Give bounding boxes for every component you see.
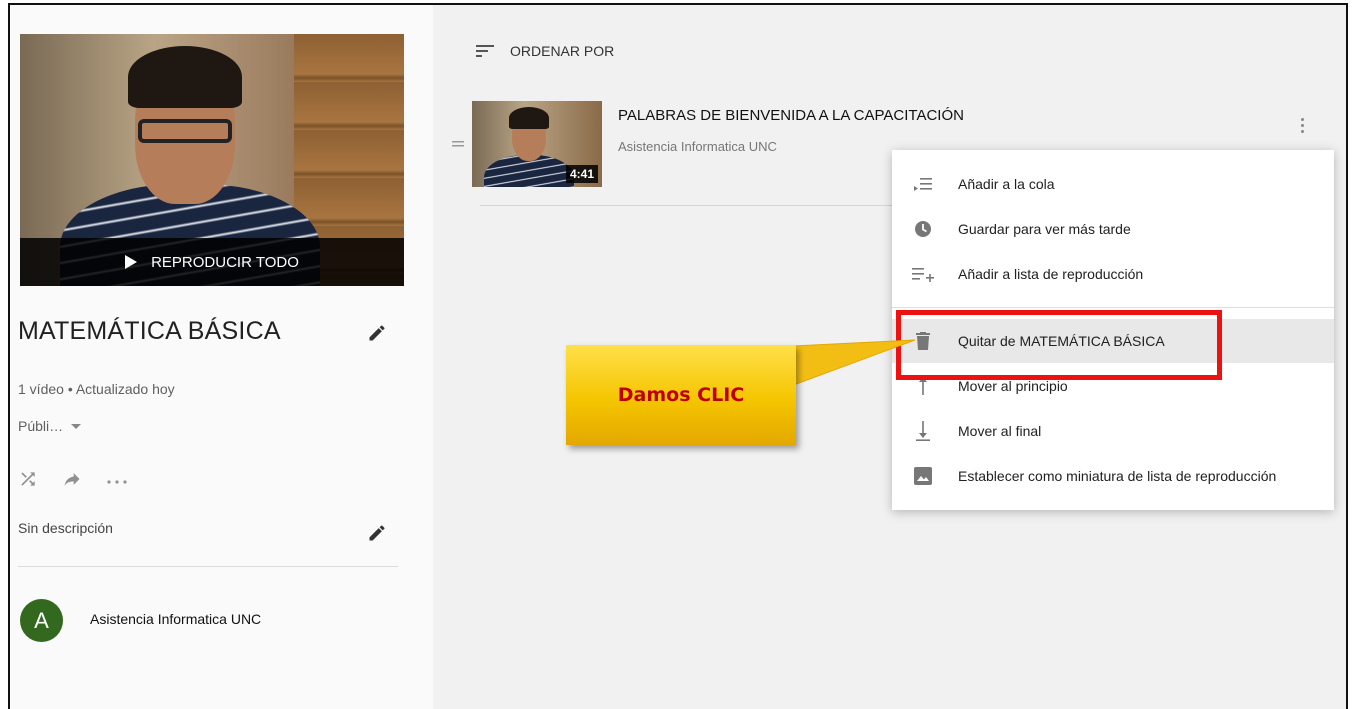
callout-text: Damos CLIC [617, 384, 745, 406]
app-frame: REPRODUCIR TODO MATEMÁTICA BÁSICA 1 víde… [8, 3, 1348, 709]
callout-box: Damos CLIC [566, 345, 796, 445]
